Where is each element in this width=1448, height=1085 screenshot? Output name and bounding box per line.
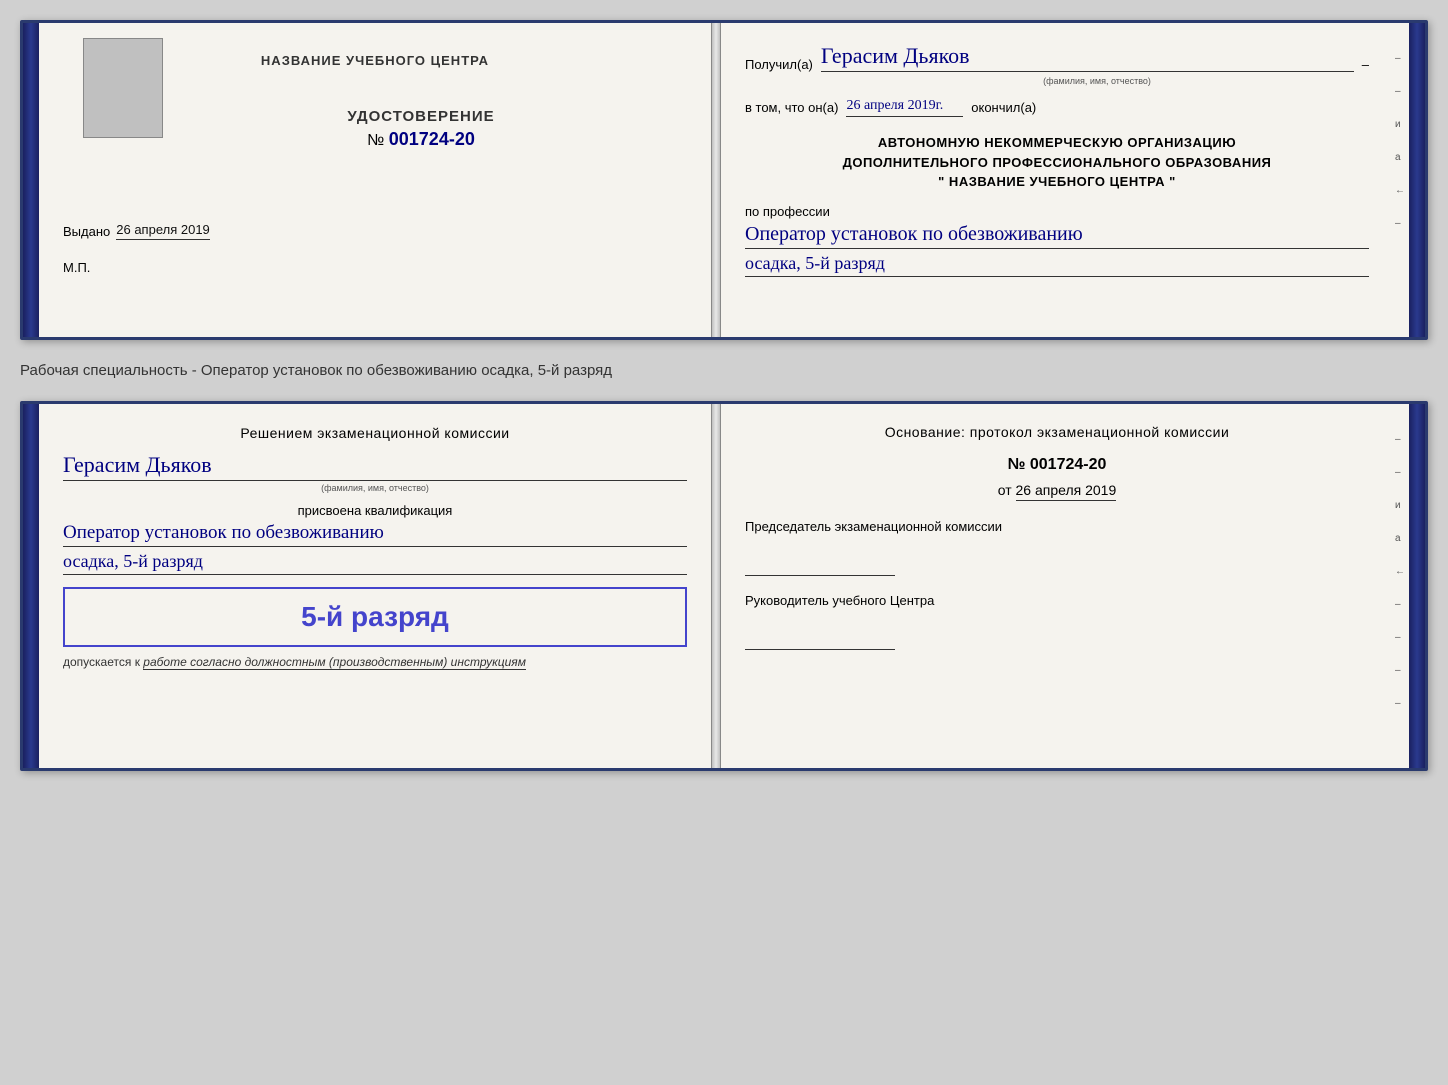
divider-spine-1 (711, 23, 721, 337)
book-edge-right-1 (1409, 23, 1425, 337)
cert1-rank: осадка, 5-й разряд (745, 253, 1369, 277)
book-edge-right-2 (1409, 404, 1425, 768)
cert1-number-prefix: № (367, 132, 384, 149)
cert2-chairman-label: Председатель экзаменационной комиссии (745, 518, 1369, 536)
description-line: Рабочая специальность - Оператор установ… (20, 358, 1428, 383)
cert1-recipient-name: Герасим Дьяков (821, 43, 1354, 72)
cert1-right-panel: Получил(а) Герасим Дьяков – (фамилия, им… (721, 23, 1409, 337)
cert1-profession-name: Оператор установок по обезвоживанию (745, 223, 1369, 249)
cert1-org-line1: АВТОНОМНУЮ НЕКОММЕРЧЕСКУЮ ОРГАНИЗАЦИЮ (745, 133, 1369, 153)
cert1-org-block: АВТОНОМНУЮ НЕКОММЕРЧЕСКУЮ ОРГАНИЗАЦИЮ ДО… (745, 133, 1369, 192)
cert1-org-line3: " НАЗВАНИЕ УЧЕБНОГО ЦЕНТРА " (745, 172, 1369, 192)
cert2-protocol-number: № 001724-20 (745, 456, 1369, 474)
book-edge-left-2 (23, 404, 39, 768)
cert2-protocol-date-value: 26 апреля 2019 (1016, 482, 1117, 501)
cert2-rank-badge: 5-й разряд (63, 587, 687, 647)
cert2-qualification-name: Оператор установок по обезвоживанию (63, 522, 687, 547)
cert2-director-label: Руководитель учебного Центра (745, 592, 1369, 610)
cert1-title: УДОСТОВЕРЕНИЕ (155, 108, 687, 125)
cert2-candidate-name: Герасим Дьяков (63, 452, 687, 481)
cert1-date-suffix: окончил(а) (971, 100, 1036, 115)
cert2-allowed-text: работе согласно должностным (производств… (143, 655, 526, 670)
cert2-right-panel: Основание: протокол экзаменационной коми… (721, 404, 1409, 768)
cert1-org-line2: ДОПОЛНИТЕЛЬНОГО ПРОФЕССИОНАЛЬНОГО ОБРАЗО… (745, 153, 1369, 173)
cert1-date-line: в том, что он(а) 26 апреля 2019г. окончи… (745, 98, 1369, 117)
cert1-issued-date: 26 апреля 2019 (116, 222, 210, 240)
cert1-issued-label: Выдано (63, 224, 110, 239)
certificate-2: Решением экзаменационной комиссии Гераси… (20, 401, 1428, 771)
cert1-number: 001724-20 (389, 129, 475, 149)
cert1-recipient-label: Получил(а) (745, 57, 813, 72)
book-edge-left-1 (23, 23, 39, 337)
cert2-candidate-name-block: Герасим Дьяков (фамилия, имя, отчество) (63, 452, 687, 493)
cert2-chairman-block: Председатель экзаменационной комиссии (745, 518, 1369, 576)
cert2-allowed-label: допускается к (63, 655, 140, 669)
cert2-director-block: Руководитель учебного Центра (745, 592, 1369, 650)
cert2-allowed: допускается к работе согласно должностны… (63, 655, 687, 669)
cert1-date-value: 26 апреля 2019г. (846, 98, 963, 117)
cert1-recipient-sublabel: (фамилия, имя, отчество) (825, 76, 1369, 86)
cert2-qualification-rank: осадка, 5-й разряд (63, 551, 687, 575)
cert1-side-marks: – – и а ← – (1395, 53, 1405, 229)
cert1-mp: М.П. (63, 260, 687, 275)
cert2-protocol-date: от 26 апреля 2019 (745, 482, 1369, 498)
cert1-photo (83, 38, 163, 138)
cert1-left-panel: НАЗВАНИЕ УЧЕБНОГО ЦЕНТРА УДОСТОВЕРЕНИЕ №… (39, 23, 711, 337)
cert2-chairman-sig-line (745, 556, 895, 576)
document-container: НАЗВАНИЕ УЧЕБНОГО ЦЕНТРА УДОСТОВЕРЕНИЕ №… (20, 20, 1428, 771)
divider-spine-2 (711, 404, 721, 768)
certificate-1: НАЗВАНИЕ УЧЕБНОГО ЦЕНТРА УДОСТОВЕРЕНИЕ №… (20, 20, 1428, 340)
cert1-date-prefix: в том, что он(а) (745, 100, 838, 115)
cert2-candidate-sublabel: (фамилия, имя, отчество) (63, 483, 687, 493)
cert2-director-sig-line (745, 630, 895, 650)
cert2-rank-badge-text: 5-й разряд (81, 601, 669, 633)
cert2-protocol-date-prefix: от (998, 482, 1012, 498)
cert2-basis-title: Основание: протокол экзаменационной коми… (745, 424, 1369, 440)
cert2-decision-title: Решением экзаменационной комиссии (63, 424, 687, 444)
cert2-left-panel: Решением экзаменационной комиссии Гераси… (39, 404, 711, 768)
recipient-line: Получил(а) Герасим Дьяков – (745, 43, 1369, 72)
cert1-profession-label: по профессии (745, 204, 1369, 219)
cert2-assigned-label: присвоена квалификация (63, 503, 687, 518)
cert1-number-line: № 001724-20 (155, 129, 687, 150)
cert2-side-marks: – – и а ← – – – – (1395, 434, 1405, 709)
